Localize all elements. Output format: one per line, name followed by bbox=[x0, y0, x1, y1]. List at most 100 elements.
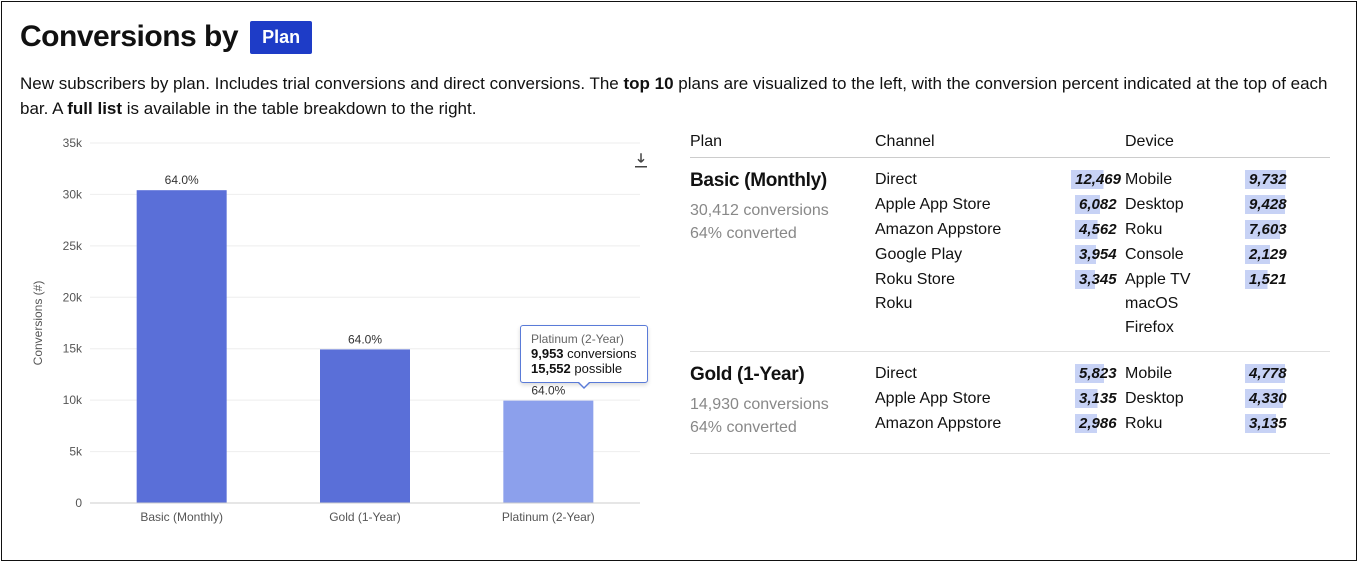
sublist: Mobile9,732Desktop9,428Roku7,603Console2… bbox=[1125, 170, 1295, 337]
chart-tooltip: Platinum (2-Year) 9,953 conversions 15,5… bbox=[520, 325, 648, 383]
item-label: Roku bbox=[875, 295, 1125, 313]
value-badge: 9,732 bbox=[1245, 170, 1295, 189]
svg-text:64.0%: 64.0% bbox=[348, 333, 382, 347]
value-badge: 3,954 bbox=[1075, 245, 1125, 264]
sublist: Mobile4,778Desktop4,330Roku3,135 bbox=[1125, 364, 1295, 439]
plan-name: Gold (1-Year) bbox=[690, 364, 875, 386]
value-badge: 3,345 bbox=[1075, 270, 1125, 289]
item-label: Firefox bbox=[1125, 319, 1295, 337]
plan-conversions: 30,412 conversions bbox=[690, 200, 875, 222]
item-label: Direct bbox=[875, 365, 1075, 383]
tooltip-name: Platinum (2-Year) bbox=[531, 332, 637, 346]
col-header-device: Device bbox=[1125, 133, 1305, 151]
svg-text:25k: 25k bbox=[63, 239, 83, 253]
list-item: Desktop9,428 bbox=[1125, 195, 1295, 214]
item-label: Google Play bbox=[875, 246, 1075, 264]
item-label: Desktop bbox=[1125, 390, 1245, 408]
value-badge: 5,823 bbox=[1075, 364, 1125, 383]
sublist: Direct12,469Apple App Store6,082Amazon A… bbox=[875, 170, 1125, 337]
item-label: Amazon Appstore bbox=[875, 415, 1075, 433]
svg-text:Basic (Monthly): Basic (Monthly) bbox=[140, 510, 223, 524]
list-item: Direct5,823 bbox=[875, 364, 1125, 383]
plan-name: Basic (Monthly) bbox=[690, 170, 875, 192]
item-label: Apple TV bbox=[1125, 271, 1245, 289]
item-label: Apple App Store bbox=[875, 196, 1075, 214]
desc-bold-2: full list bbox=[67, 99, 122, 118]
list-item: Firefox bbox=[1125, 319, 1295, 337]
table-row: Basic (Monthly) 30,412 conversions64% con… bbox=[690, 158, 1330, 352]
svg-text:64.0%: 64.0% bbox=[165, 173, 199, 187]
value-badge: 6,082 bbox=[1075, 195, 1125, 214]
list-item: Roku Store3,345 bbox=[875, 270, 1125, 289]
value-badge: 1,521 bbox=[1245, 270, 1295, 289]
list-item: Roku bbox=[875, 295, 1125, 313]
svg-text:35k: 35k bbox=[63, 136, 83, 150]
item-label: Mobile bbox=[1125, 171, 1245, 189]
item-label: Direct bbox=[875, 171, 1071, 189]
svg-text:0: 0 bbox=[75, 496, 82, 510]
sublist: Direct5,823 Apple App Store3,135 Amazon Ap… bbox=[875, 364, 1125, 439]
svg-text:Platinum (2-Year): Platinum (2-Year) bbox=[502, 510, 595, 524]
content-row: 05k10k15k20k25k30k35kConversions (#)64.0… bbox=[20, 133, 1338, 538]
value-badge: 4,778 bbox=[1245, 364, 1295, 383]
item-label: Roku Store bbox=[875, 271, 1075, 289]
value-badge: 3,135 bbox=[1245, 414, 1295, 433]
dimension-tag[interactable]: Plan bbox=[250, 21, 312, 54]
col-header-channel: Channel bbox=[875, 133, 1125, 151]
breakdown-table[interactable]: Plan Channel Device Basic (Monthly) 30,41… bbox=[690, 133, 1338, 493]
value-badge: 2,129 bbox=[1245, 245, 1295, 264]
value-badge: 4,562 bbox=[1075, 220, 1125, 239]
item-label: macOS bbox=[1125, 295, 1295, 313]
value-badge: 4,330 bbox=[1245, 389, 1295, 408]
value-badge: 7,603 bbox=[1245, 220, 1295, 239]
svg-text:Gold (1-Year): Gold (1-Year) bbox=[329, 510, 401, 524]
desc-bold-1: top 10 bbox=[623, 74, 673, 93]
chart-container: 05k10k15k20k25k30k35kConversions (#)64.0… bbox=[20, 133, 660, 538]
svg-text:5k: 5k bbox=[69, 445, 83, 459]
desc-text-3: is available in the table breakdown to t… bbox=[122, 99, 476, 118]
svg-text:64.0%: 64.0% bbox=[531, 384, 565, 398]
list-item: Console2,129 bbox=[1125, 245, 1295, 264]
col-header-plan: Plan bbox=[690, 133, 875, 151]
svg-text:20k: 20k bbox=[63, 291, 83, 305]
table-header-row: Plan Channel Device bbox=[690, 133, 1330, 158]
item-label: Mobile bbox=[1125, 365, 1245, 383]
plan-info: Gold (1-Year)14,930 conversions64% conve… bbox=[690, 364, 875, 439]
list-item: Apple App Store3,135 bbox=[875, 389, 1125, 408]
list-item: Apple TV1,521 bbox=[1125, 270, 1295, 289]
header: Conversions by Plan bbox=[20, 20, 1338, 54]
list-item: Direct12,469 bbox=[875, 170, 1125, 189]
item-label: Roku bbox=[1125, 221, 1245, 239]
value-badge: 3,135 bbox=[1075, 389, 1125, 408]
list-item: Mobile4,778 bbox=[1125, 364, 1295, 383]
page-title: Conversions by bbox=[20, 20, 238, 54]
desc-text: New subscribers by plan. Includes trial … bbox=[20, 74, 623, 93]
download-icon[interactable] bbox=[632, 151, 650, 174]
item-label: Roku bbox=[1125, 415, 1245, 433]
list-item: Roku3,135 bbox=[1125, 414, 1295, 433]
tooltip-row-2: 15,552 possible bbox=[531, 361, 637, 376]
list-item: Amazon Appstore2,986 bbox=[875, 414, 1125, 433]
description: New subscribers by plan. Includes trial … bbox=[20, 72, 1338, 121]
list-item: Mobile9,732 bbox=[1125, 170, 1295, 189]
svg-text:15k: 15k bbox=[63, 342, 83, 356]
table-row: Gold (1-Year)14,930 conversions64% conve… bbox=[690, 352, 1330, 454]
value-badge: 2,986 bbox=[1075, 414, 1125, 433]
svg-text:10k: 10k bbox=[63, 393, 83, 407]
tooltip-row-1: 9,953 conversions bbox=[531, 346, 637, 361]
value-badge: 9,428 bbox=[1245, 195, 1295, 214]
item-label: Console bbox=[1125, 246, 1245, 264]
item-label: Desktop bbox=[1125, 196, 1245, 214]
list-item: Roku7,603 bbox=[1125, 220, 1295, 239]
svg-text:Conversions (#): Conversions (#) bbox=[31, 281, 45, 366]
report-card: Conversions by Plan New subscribers by p… bbox=[1, 1, 1357, 561]
list-item: macOS bbox=[1125, 295, 1295, 313]
list-item: Amazon Appstore4,562 bbox=[875, 220, 1125, 239]
list-item: Apple App Store6,082 bbox=[875, 195, 1125, 214]
plan-conversions: 14,930 conversions bbox=[690, 394, 875, 416]
plan-converted-pct: 64% converted bbox=[690, 223, 875, 245]
plan-info: Basic (Monthly) 30,412 conversions64% con… bbox=[690, 170, 875, 337]
item-label: Amazon Appstore bbox=[875, 221, 1075, 239]
value-badge: 12,469 bbox=[1071, 170, 1125, 189]
list-item: Google Play3,954 bbox=[875, 245, 1125, 264]
